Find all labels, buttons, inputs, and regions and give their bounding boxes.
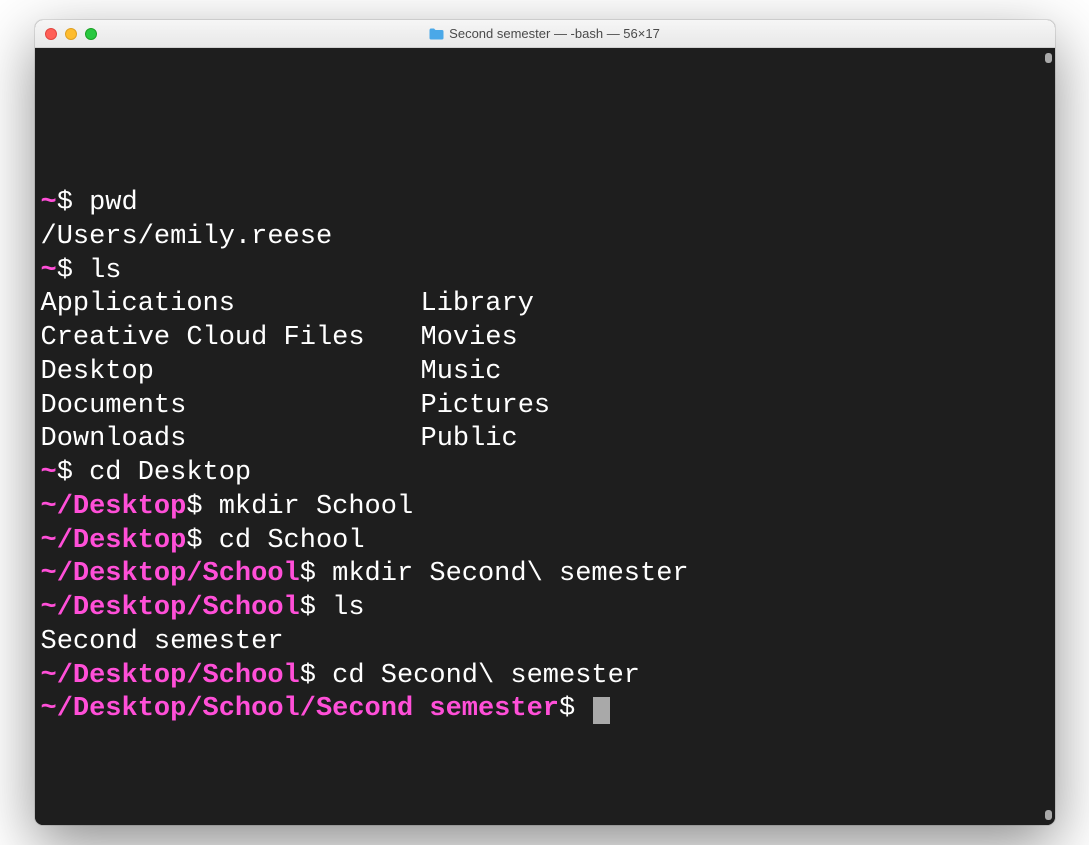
title-group: Second semester — -bash — 56×17: [35, 26, 1055, 41]
prompt-path: ~/Desktop: [41, 492, 187, 522]
prompt-path: ~: [41, 458, 57, 488]
window-title: Second semester — -bash — 56×17: [449, 26, 660, 41]
prompt-path: ~/Desktop/School: [41, 593, 300, 623]
prompt-dollar: $: [57, 188, 89, 218]
prompt-dollar: $: [186, 526, 218, 556]
prompt-path: ~/Desktop: [41, 526, 187, 556]
titlebar[interactable]: Second semester — -bash — 56×17: [35, 20, 1055, 48]
ls-item: Desktop: [41, 356, 421, 390]
minimize-button[interactable]: [65, 28, 77, 40]
prompt-dollar: $: [300, 661, 332, 691]
output-line: /Users/emily.reese: [41, 221, 1053, 255]
prompt-line: ~$ ls: [41, 255, 1053, 289]
prompt-path: ~/Desktop/School: [41, 559, 300, 589]
command-text: pwd: [89, 188, 138, 218]
prompt-dollar: $: [300, 559, 332, 589]
scrollbar-top-marker[interactable]: [1045, 53, 1052, 63]
prompt-line: ~/Desktop$ cd School: [41, 525, 1053, 559]
ls-item: Applications: [41, 288, 421, 322]
terminal-content: ~$ pwd/Users/emily.reese~$ lsApplication…: [41, 187, 1053, 727]
prompt-dollar: $: [559, 694, 591, 724]
prompt-line: ~$ cd Desktop: [41, 457, 1053, 491]
command-text: cd Second\ semester: [332, 661, 640, 691]
prompt-path: ~/Desktop/School/Second semester: [41, 694, 559, 724]
command-text: ls: [332, 593, 364, 623]
cursor: [593, 697, 610, 724]
prompt-line: ~/Desktop/School$ ls: [41, 592, 1053, 626]
prompt-dollar: $: [57, 458, 89, 488]
window-controls: [45, 28, 97, 40]
prompt-line: ~/Desktop/School$ cd Second\ semester: [41, 660, 1053, 694]
ls-item: Downloads: [41, 423, 421, 457]
ls-item: Music: [421, 356, 1053, 390]
prompt-dollar: $: [186, 492, 218, 522]
ls-item: Public: [421, 423, 1053, 457]
prompt-line: ~/Desktop/School/Second semester$: [41, 693, 1053, 727]
prompt-path: ~: [41, 256, 57, 286]
prompt-path: ~/Desktop/School: [41, 661, 300, 691]
prompt-line: ~/Desktop$ mkdir School: [41, 491, 1053, 525]
ls-item: Pictures: [421, 390, 1053, 424]
ls-output: ApplicationsLibraryCreative Cloud FilesM…: [41, 288, 1053, 457]
terminal-window: Second semester — -bash — 56×17 ~$ pwd/U…: [35, 20, 1055, 825]
prompt-path: ~: [41, 188, 57, 218]
terminal-body[interactable]: ~$ pwd/Users/emily.reese~$ lsApplication…: [35, 48, 1055, 825]
folder-icon: [429, 28, 444, 40]
scrollbar-bottom-marker[interactable]: [1045, 810, 1052, 820]
ls-item: Creative Cloud Files: [41, 322, 421, 356]
prompt-line: ~$ pwd: [41, 187, 1053, 221]
prompt-line: ~/Desktop/School$ mkdir Second\ semester: [41, 558, 1053, 592]
output-line: Second semester: [41, 626, 1053, 660]
ls-item: Library: [421, 288, 1053, 322]
command-text: cd School: [219, 526, 365, 556]
command-text: cd Desktop: [89, 458, 251, 488]
ls-item: Movies: [421, 322, 1053, 356]
ls-item: Documents: [41, 390, 421, 424]
command-text: mkdir School: [219, 492, 413, 522]
prompt-dollar: $: [57, 256, 89, 286]
maximize-button[interactable]: [85, 28, 97, 40]
command-text: mkdir Second\ semester: [332, 559, 688, 589]
close-button[interactable]: [45, 28, 57, 40]
command-text: ls: [89, 256, 121, 286]
prompt-dollar: $: [300, 593, 332, 623]
